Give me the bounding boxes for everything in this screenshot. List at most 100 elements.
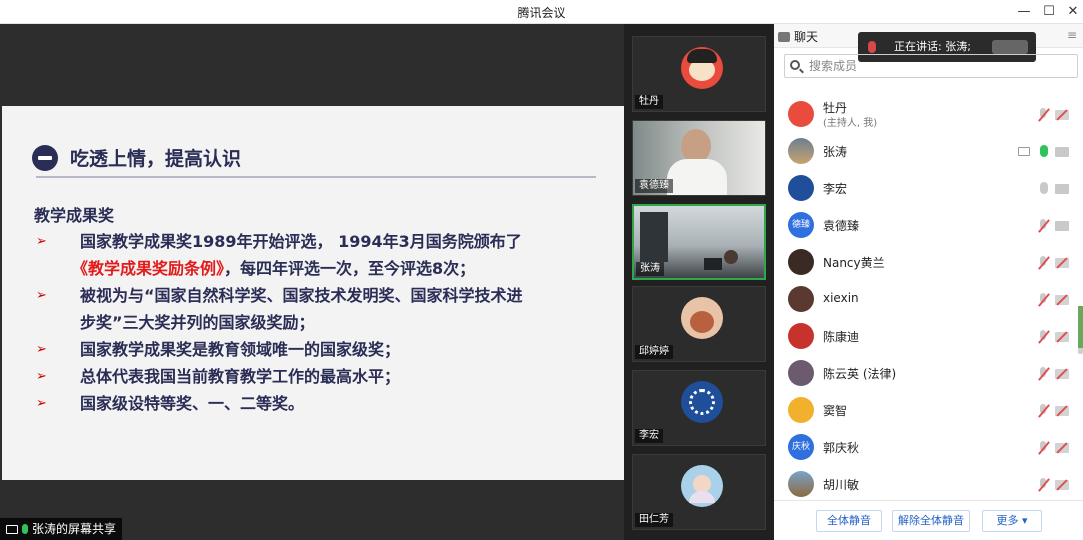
list-item[interactable]: 德臻 袁德臻	[774, 207, 1083, 244]
video-tile[interactable]: 袁德臻	[632, 120, 766, 196]
member-role: (主持人, 我)	[823, 118, 878, 129]
mic-muted-icon[interactable]	[1038, 404, 1048, 418]
shared-slide: 吃透上情，提高认识 教学成果奖 ➢ 国家教学成果奖1989年开始评选， 1994…	[2, 106, 624, 480]
mic-muted-icon[interactable]	[1038, 108, 1048, 122]
mic-on-icon[interactable]	[1040, 145, 1048, 157]
camera-icon[interactable]	[1055, 184, 1069, 194]
camera-off-icon[interactable]	[1055, 332, 1069, 342]
list-item[interactable]: 窦智	[774, 392, 1083, 429]
camera-off-icon[interactable]	[1055, 480, 1069, 490]
screen-share-icon	[6, 524, 18, 534]
video-tile[interactable]: 牡丹	[632, 36, 766, 112]
side-handle[interactable]	[1078, 306, 1083, 348]
video-tile[interactable]: 田仁芳	[632, 454, 766, 530]
avatar	[788, 101, 814, 127]
more-button[interactable]: 更多 ▾	[982, 510, 1042, 532]
mic-icon	[868, 41, 876, 53]
avatar	[788, 286, 814, 312]
avatar	[681, 47, 723, 89]
list-item[interactable]: 李宏	[774, 170, 1083, 207]
mic-on-icon	[22, 524, 28, 534]
avatar	[788, 175, 814, 201]
window-title: 腾讯会议	[517, 6, 566, 20]
mic-muted-icon[interactable]	[1038, 219, 1048, 233]
tile-name: 邱婷婷	[635, 345, 673, 359]
avatar	[681, 465, 723, 507]
slide-subtitle: 教学成果奖	[34, 206, 115, 225]
member-name: 张涛	[823, 145, 848, 159]
panel-footer: 全体静音 解除全体静音 更多 ▾	[774, 500, 1083, 540]
tab-chat[interactable]: 聊天	[778, 28, 818, 45]
list-item[interactable]: 陈康迪	[774, 318, 1083, 355]
member-name: 郭庆秋	[823, 441, 860, 455]
menu-icon[interactable]: ≡	[1067, 28, 1077, 42]
maximize-icon[interactable]: ☐	[1039, 2, 1059, 22]
meeting-window: 腾讯会议 — ☐ ✕ 吃透上情，提高认识 教学成果奖 ➢ 国家教学成果奖1989…	[0, 0, 1083, 540]
bullet-item: ➢ 国家教学成果奖1989年开始评选， 1994年3月国务院颁布了 《教学成果奖…	[34, 228, 614, 282]
screen-share-label: 张涛的屏幕共享	[0, 518, 123, 540]
tile-name: 田仁芳	[635, 513, 673, 527]
chat-icon	[778, 31, 790, 42]
mic-muted-icon[interactable]	[1038, 293, 1048, 307]
list-item[interactable]: Nancy黄兰	[774, 244, 1083, 281]
list-item[interactable]: 胡川敏	[774, 466, 1083, 503]
speaker-wave-icon	[992, 40, 1028, 54]
slide-divider	[36, 176, 596, 178]
mute-all-button[interactable]: 全体静音	[816, 510, 882, 532]
video-tile[interactable]: 邱婷婷	[632, 286, 766, 362]
video-tile[interactable]: 李宏	[632, 370, 766, 446]
camera-icon[interactable]	[1055, 147, 1069, 157]
avatar	[788, 323, 814, 349]
slide-header: 吃透上情，提高认识	[32, 144, 241, 171]
mic-muted-icon[interactable]	[1038, 478, 1048, 492]
member-name: 袁德臻	[823, 219, 860, 233]
mic-muted-icon[interactable]	[1038, 330, 1048, 344]
member-name: Nancy黄兰	[823, 256, 885, 270]
list-item[interactable]: 庆秋 郭庆秋	[774, 429, 1083, 466]
slide-title: 吃透上情，提高认识	[70, 148, 242, 170]
avatar: 德臻	[788, 212, 814, 238]
bullet-item: ➢ 国家教学成果奖是教育领域唯一的国家级奖；	[34, 336, 614, 363]
mic-muted-icon[interactable]	[1038, 441, 1048, 455]
member-name: 陈康迪	[823, 330, 860, 344]
minimize-icon[interactable]: —	[1014, 2, 1034, 22]
screen-share-icon	[1018, 147, 1030, 156]
member-name: 胡川敏	[823, 478, 860, 492]
member-panel: 聊天 ≡ 正在讲话: 张涛; 搜索成员 牡丹 (主持人, 我) 张涛 李宏 德臻…	[774, 24, 1083, 540]
camera-off-icon[interactable]	[1055, 295, 1069, 305]
bullet-item: ➢ 被视为与“国家自然科学奖、国家技术发明奖、国家科学技术进 步奖”三大奖并列的…	[34, 282, 614, 336]
avatar: 庆秋	[788, 434, 814, 460]
camera-off-icon[interactable]	[1055, 258, 1069, 268]
member-name: xiexin	[823, 291, 859, 305]
video-strip: 牡丹 袁德臻 张涛 邱婷婷 李宏 田仁芳	[624, 24, 774, 540]
video-tile-active[interactable]: 张涛	[632, 204, 766, 280]
avatar	[681, 381, 723, 423]
list-item[interactable]: 陈云英 (法律)	[774, 355, 1083, 392]
list-item[interactable]: xiexin	[774, 281, 1083, 318]
arrow-bullet-icon: ➢	[36, 369, 47, 384]
slide-bullets: ➢ 国家教学成果奖1989年开始评选， 1994年3月国务院颁布了 《教学成果奖…	[34, 228, 614, 417]
mic-muted-icon[interactable]	[1038, 367, 1048, 381]
camera-off-icon[interactable]	[1055, 369, 1069, 379]
member-search-input[interactable]: 搜索成员	[784, 54, 1078, 78]
tile-name: 张涛	[636, 262, 664, 276]
camera-off-icon[interactable]	[1055, 443, 1069, 453]
camera-icon[interactable]	[1055, 221, 1069, 231]
close-icon[interactable]: ✕	[1063, 2, 1083, 22]
member-name: 窦智	[823, 404, 848, 418]
member-name: 李宏	[823, 182, 848, 196]
camera-off-icon[interactable]	[1055, 110, 1069, 120]
avatar	[788, 397, 814, 423]
list-item[interactable]: 牡丹 (主持人, 我)	[774, 96, 1083, 133]
bullet-item: ➢ 总体代表我国当前教育教学工作的最高水平；	[34, 363, 614, 390]
tile-name: 牡丹	[635, 95, 663, 109]
mic-muted-icon[interactable]	[1038, 256, 1048, 270]
arrow-bullet-icon: ➢	[36, 288, 47, 303]
avatar	[788, 471, 814, 497]
camera-off-icon[interactable]	[1055, 406, 1069, 416]
title-bar: 腾讯会议 — ☐ ✕	[0, 0, 1083, 24]
unmute-all-button[interactable]: 解除全体静音	[892, 510, 970, 532]
mic-icon[interactable]	[1040, 182, 1048, 194]
arrow-bullet-icon: ➢	[36, 396, 47, 411]
list-item[interactable]: 张涛	[774, 133, 1083, 170]
